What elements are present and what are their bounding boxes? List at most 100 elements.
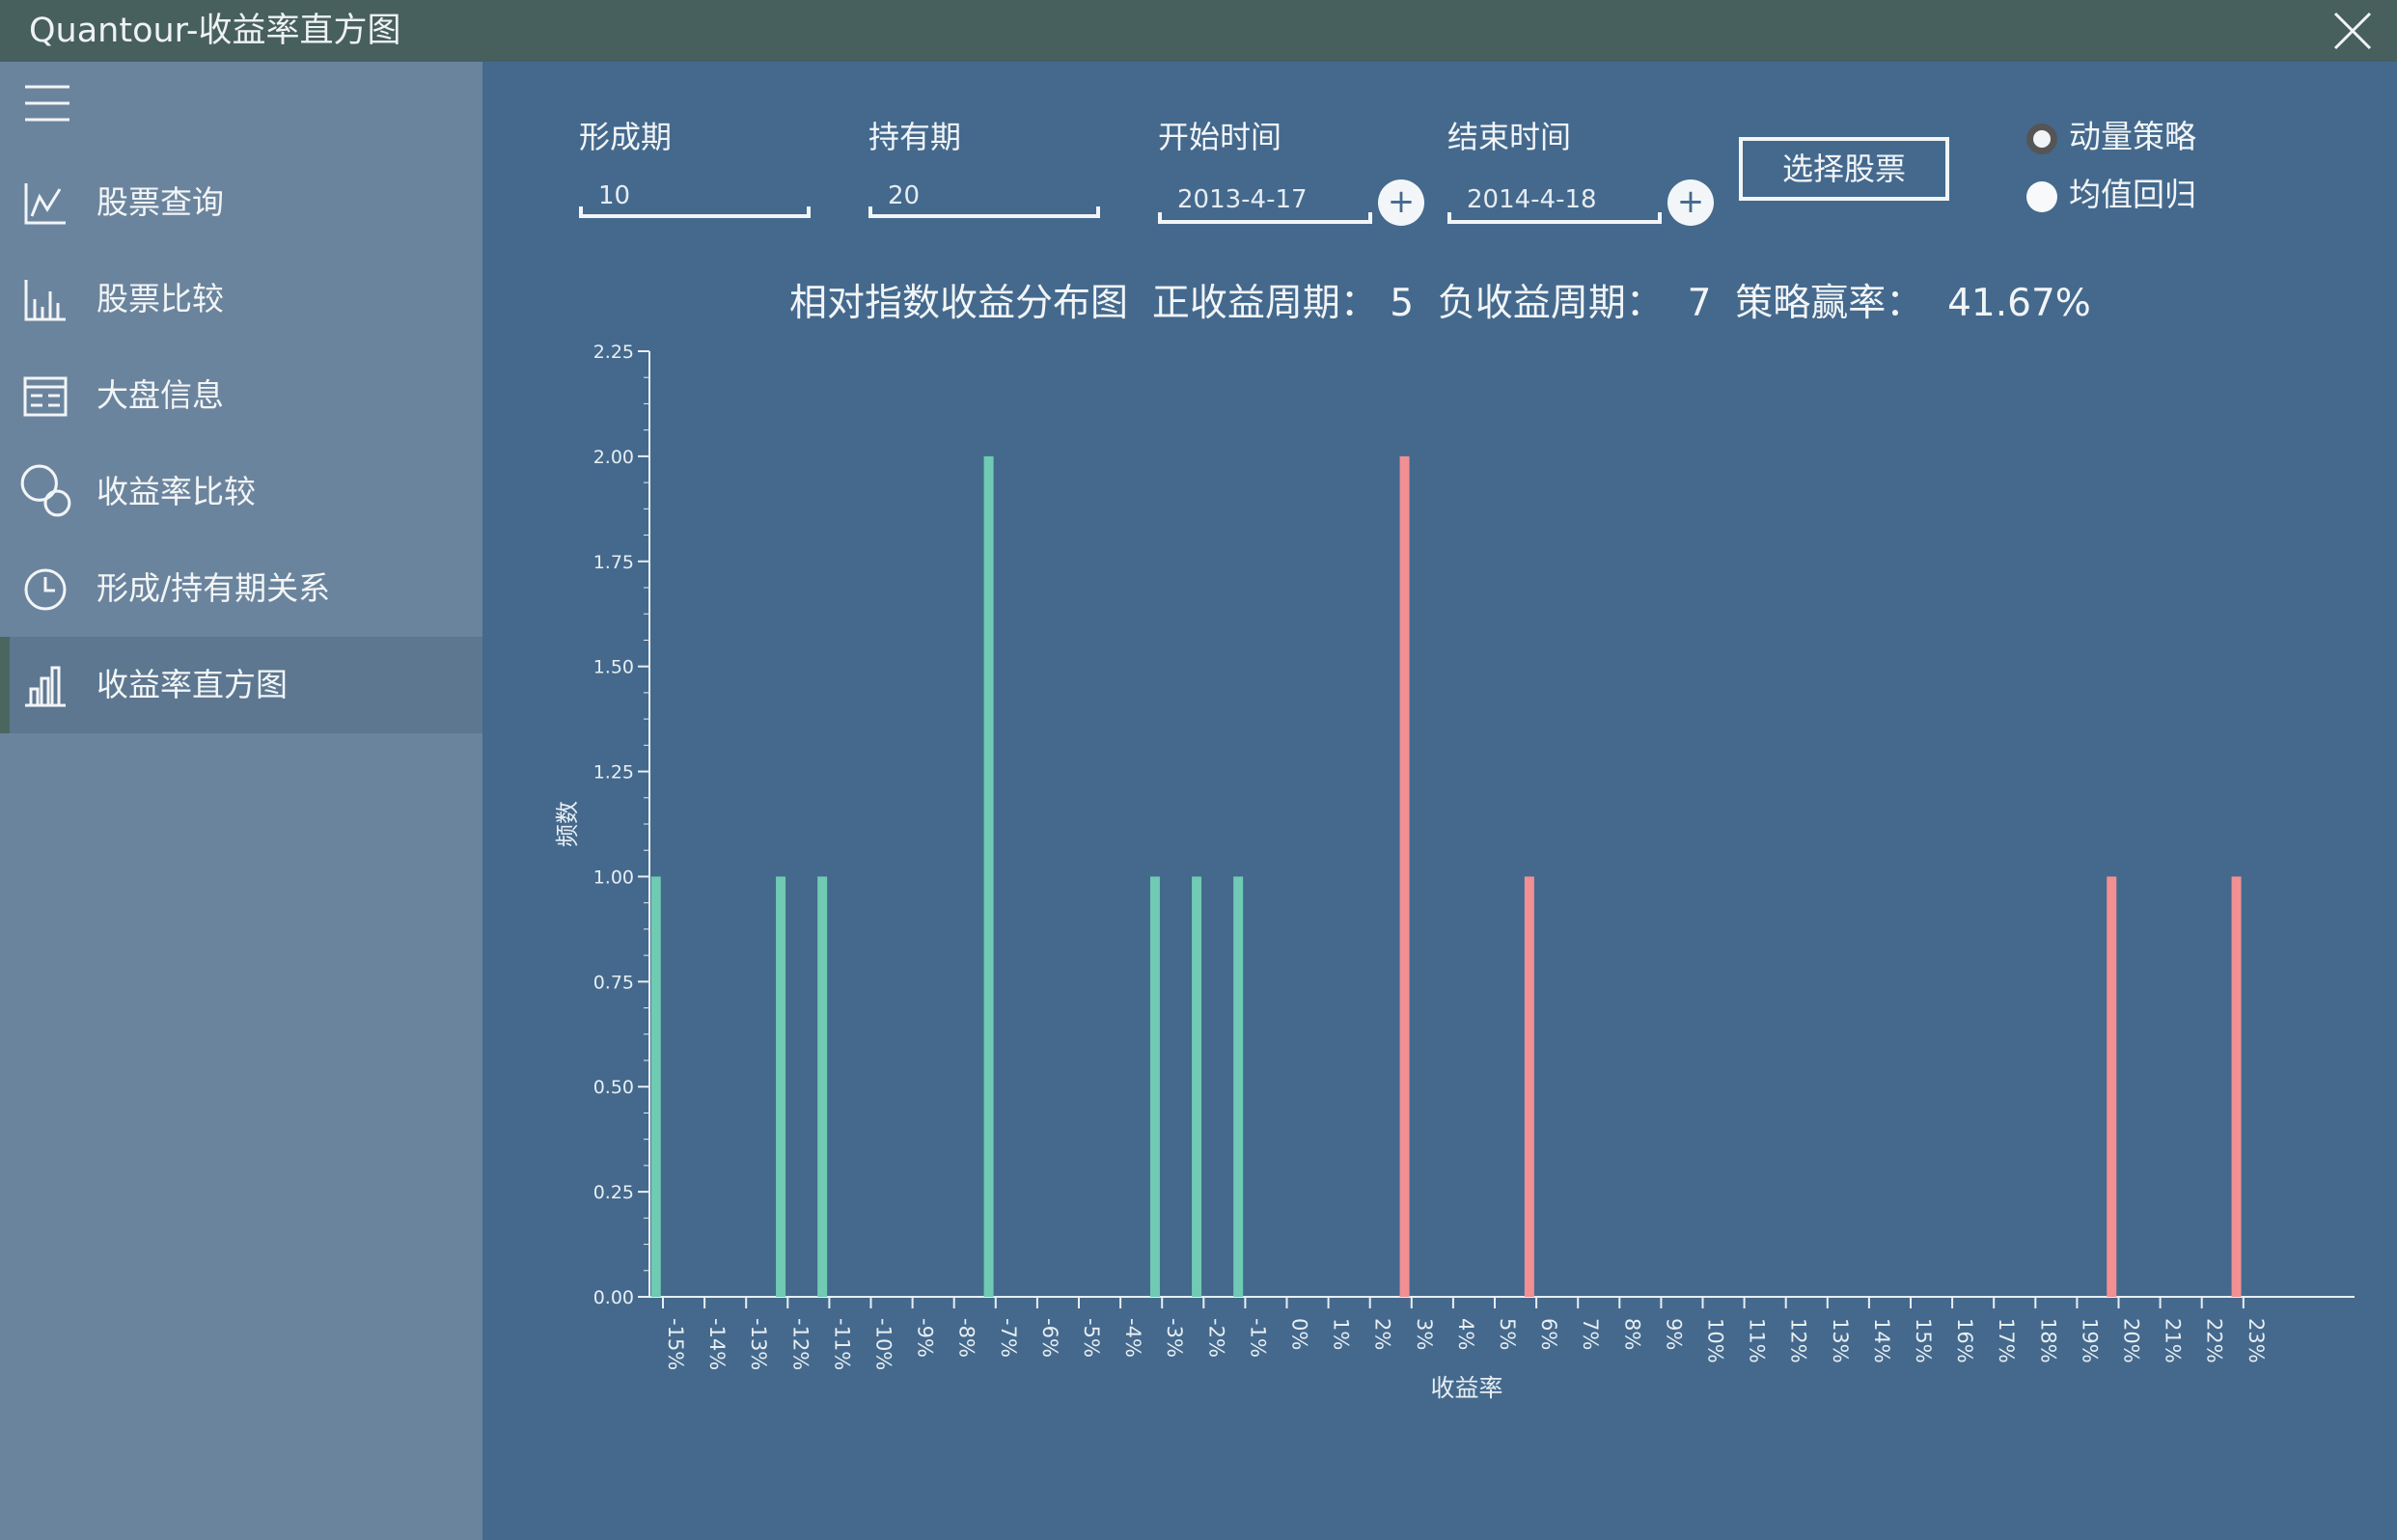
chart-summary: 相对指数收益分布图 正收益周期： 5 负收益周期： 7 策略赢率： 41.67% [789,280,2091,328]
x-tick-label: -4% [1121,1318,1144,1358]
mean-reversion-radio[interactable] [2026,181,2057,212]
holding-period-label: 持有期 [868,119,962,155]
x-tick-label: -10% [872,1318,895,1370]
sidebar-item-return-histogram[interactable]: 收益率直方图 [0,637,482,733]
clock-icon [24,568,67,611]
histogram-bar [2231,876,2242,1297]
x-tick-label: -6% [1038,1318,1061,1358]
x-tick-label: 16% [1953,1318,1976,1363]
x-tick-label: 14% [1870,1318,1893,1363]
list-board-icon [23,376,68,417]
sidebar-item-stock-query[interactable]: 股票查询 [0,154,482,251]
x-tick-label: 13% [1829,1318,1852,1363]
x-tick-label: 8% [1620,1318,1643,1350]
sidebar-item-label: 收益率直方图 [96,666,288,703]
x-tick-label: 7% [1579,1318,1602,1350]
sidebar-item-stock-compare[interactable]: 股票比较 [0,251,482,347]
win-rate-value: 41.67% [1947,282,2091,325]
sidebar-item-return-compare[interactable]: 收益率比较 [0,444,482,540]
close-icon[interactable] [2328,6,2378,56]
x-tick-label: -1% [1246,1318,1269,1358]
main-panel: 形成期 10 持有期 20 开始时间 2013-4-17 + 结束时间 2014… [482,62,2397,1540]
x-tick-label: 0% [1288,1318,1311,1350]
y-tick-label: 0.50 [593,1077,634,1098]
histogram-bar [2107,876,2117,1297]
histogram-bar [776,876,786,1297]
return-histogram-chart: 0.00 0.25 0.50 0.75 1.00 1.25 1.50 1.75 2.00 2.25… [554,342,2355,1402]
x-tick-label: -7% [997,1318,1020,1358]
x-tick-label: 3% [1413,1318,1436,1350]
x-tick-label: -3% [1163,1318,1186,1358]
window-title: Quantour-收益率直方图 [29,12,401,50]
end-time-input[interactable]: 2014-4-18 [1447,183,1662,224]
y-tick-label: 0.75 [593,972,634,993]
momentum-strategy-radio[interactable] [2026,124,2057,154]
end-time-picker-button[interactable]: + [1667,179,1714,226]
x-tick-label: 11% [1746,1318,1769,1363]
histogram-bar [650,876,661,1297]
hamburger-menu-icon[interactable] [25,84,69,123]
positive-period-label: 正收益周期： [1151,282,1378,325]
histogram-bar [983,455,994,1297]
y-tick-label: 0.25 [593,1182,634,1203]
x-tick-label: 21% [2162,1318,2185,1363]
start-time-picker-button[interactable]: + [1378,179,1424,226]
sidebar-item-label: 收益率比较 [96,473,256,510]
formation-period-label: 形成期 [579,119,673,155]
formation-period-input[interactable]: 10 [579,179,811,218]
end-time-label: 结束时间 [1447,119,1572,155]
x-tick-label: 15% [1912,1318,1935,1363]
x-tick-label: 2% [1371,1318,1394,1350]
histogram-bar [817,876,828,1297]
x-tick-label: 10% [1704,1318,1727,1363]
y-tick-label: 1.75 [593,552,634,573]
x-tick-label: 22% [2203,1318,2226,1363]
y-axis-title: 频数 [554,801,581,847]
x-tick-label: -15% [664,1318,687,1370]
x-tick-label: 5% [1496,1318,1519,1350]
start-time-input[interactable]: 2013-4-17 [1158,183,1372,224]
line-chart-icon [24,183,66,225]
negative-period-count: 7 [1687,282,1712,325]
x-tick-label: 1% [1330,1318,1353,1350]
x-tick-label: -5% [1080,1318,1103,1358]
x-tick-label: -14% [705,1318,729,1370]
chart-name: 相对指数收益分布图 [789,282,1129,325]
sidebar-item-label: 大盘信息 [96,376,224,414]
x-tick-label: 18% [2036,1318,2059,1363]
positive-period-count: 5 [1390,282,1415,325]
select-stock-button[interactable]: 选择股票 [1739,137,1949,201]
x-tick-label: 4% [1454,1318,1477,1350]
win-rate-label: 策略赢率： [1735,282,1924,325]
histogram-bar [1233,876,1244,1297]
histogram-bar [1524,876,1534,1297]
mean-reversion-label[interactable]: 均值回归 [2069,176,2196,214]
momentum-strategy-label[interactable]: 动量策略 [2069,118,2196,156]
x-tick-label: -11% [830,1318,853,1370]
sidebar-item-period-relation[interactable]: 形成/持有期关系 [0,540,482,637]
y-tick-label: 2.00 [593,447,634,468]
y-tick-label: 1.00 [593,866,634,888]
x-axis-title: 收益率 [1430,1374,1502,1402]
histogram-bar [1399,455,1410,1297]
y-tick-label: 2.25 [593,342,634,363]
start-time-label: 开始时间 [1158,119,1282,155]
x-tick-label: -9% [914,1318,937,1358]
x-tick-label: 9% [1662,1318,1685,1350]
sidebar-item-market-info[interactable]: 大盘信息 [0,347,482,444]
x-tick-label: 19% [2078,1318,2101,1363]
x-tick-label: 17% [1995,1318,2018,1363]
histogram-bar [1192,876,1202,1297]
sidebar-item-label: 股票查询 [96,183,224,221]
x-tick-label: -8% [955,1318,978,1358]
y-tick-label: 1.50 [593,657,634,678]
x-tick-label: -12% [788,1318,812,1370]
x-tick-label: 6% [1537,1318,1560,1350]
x-tick-label: -2% [1204,1318,1227,1358]
y-tick-label: 0.00 [593,1287,634,1308]
x-tick-label: 20% [2120,1318,2143,1363]
bar-chart-icon [24,280,66,321]
sidebar-item-label: 股票比较 [96,280,224,317]
y-tick-label: 1.25 [593,762,634,784]
holding-period-input[interactable]: 20 [868,179,1100,218]
